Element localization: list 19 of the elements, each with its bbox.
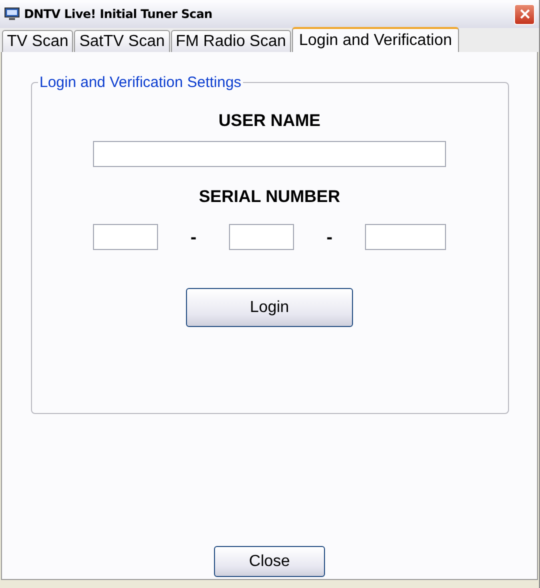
tab[interactable]: SatTV Scan — [74, 30, 170, 52]
tab[interactable]: FM Radio Scan — [170, 30, 291, 52]
window-title: DNTV Live! Initial Tuner Scan — [24, 7, 214, 21]
serial-field[interactable] — [93, 224, 158, 250]
tab[interactable]: TV Scan — [2, 30, 74, 52]
user-name-field[interactable] — [93, 141, 446, 167]
tab[interactable]: Login and Verification — [292, 27, 459, 52]
close-icon — [518, 8, 530, 20]
close-button[interactable] — [514, 4, 535, 24]
field-label: SERIAL NUMBER — [198, 187, 340, 207]
separator: - — [190, 226, 198, 248]
field-label: USER NAME — [218, 111, 320, 131]
serial-field[interactable] — [365, 224, 446, 250]
group-title: Login and Verification Settings — [38, 74, 242, 91]
separator: - — [326, 226, 334, 248]
close-dialog-button[interactable]: Close — [214, 546, 325, 577]
monitor-icon — [4, 7, 20, 21]
serial-field[interactable] — [229, 224, 294, 250]
login-button[interactable]: Login — [186, 288, 353, 327]
